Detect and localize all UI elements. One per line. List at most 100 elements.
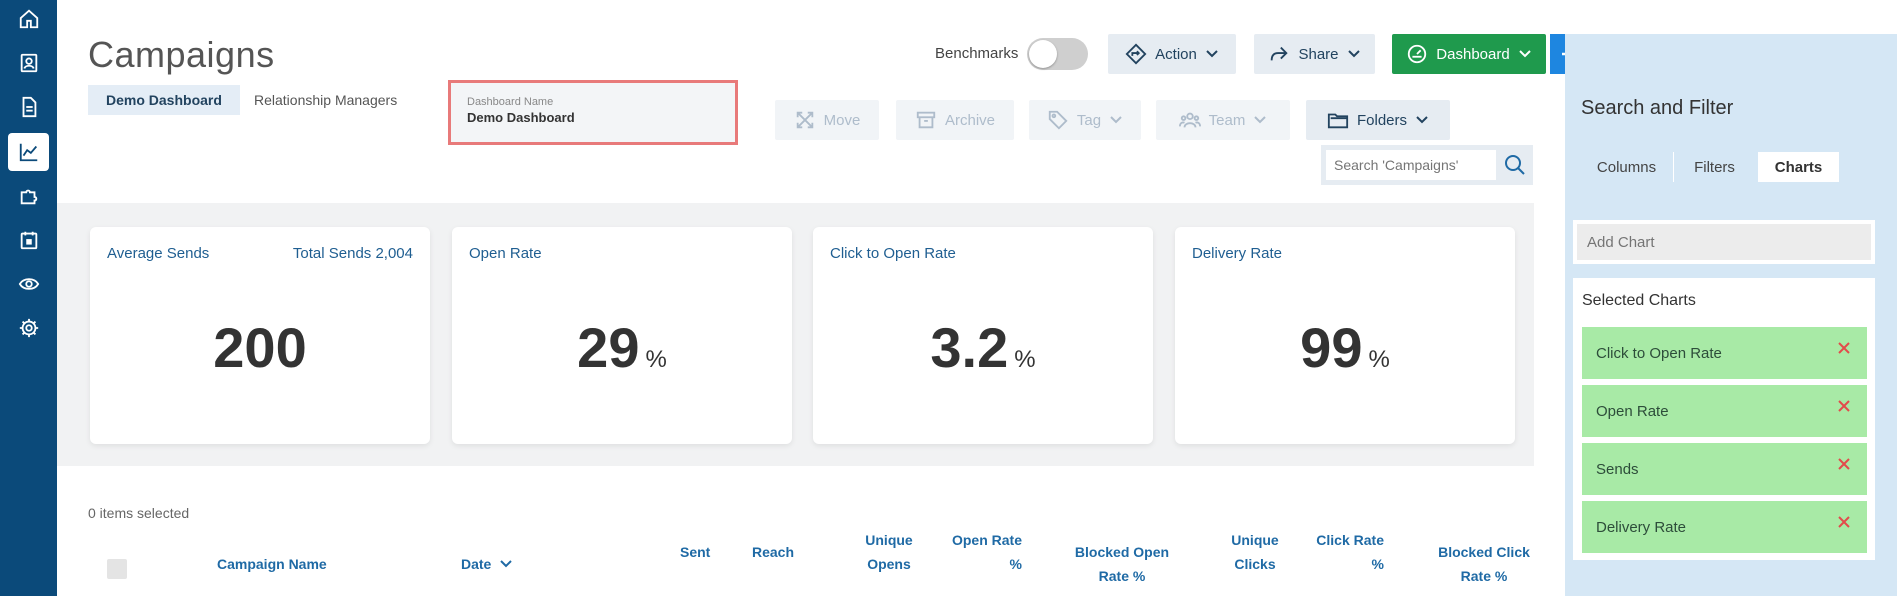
tab-filters[interactable]: Filters (1677, 152, 1752, 182)
card-title: Delivery Rate (1192, 245, 1283, 262)
home-icon[interactable] (8, 0, 49, 38)
search-input[interactable] (1326, 150, 1496, 180)
date-label: Date (461, 556, 492, 572)
tag-label: Tag (1076, 111, 1102, 129)
team-label: Team (1208, 111, 1246, 129)
archive-box-icon (916, 111, 936, 129)
benchmarks-toggle[interactable] (1027, 38, 1088, 70)
archive-label: Archive (944, 111, 996, 129)
move-label: Move (823, 111, 861, 129)
folder-icon (1327, 113, 1349, 129)
search-icon[interactable] (1503, 153, 1527, 177)
tag-icon (1048, 110, 1068, 130)
close-icon[interactable] (1837, 515, 1851, 529)
dashboard-name-value[interactable]: Demo Dashboard (467, 110, 719, 125)
column-header-blocked-open-rate[interactable]: Blocked Open Rate % (1067, 540, 1177, 588)
header-line-1: Click Rate (1316, 532, 1384, 548)
header-line-2: Rate % (1098, 568, 1146, 584)
action-label: Action (1155, 45, 1197, 63)
column-header-campaign-name[interactable]: Campaign Name (217, 552, 327, 576)
selected-charts-title: Selected Charts (1582, 292, 1696, 309)
close-icon[interactable] (1837, 399, 1851, 413)
tag-button[interactable]: Tag (1029, 100, 1141, 140)
archive-button[interactable]: Archive (896, 100, 1014, 140)
chart-item-label: Sends (1596, 460, 1639, 478)
card-unit: % (1014, 346, 1036, 373)
header-line-2: % (1009, 556, 1022, 572)
selected-chart-item[interactable]: Click to Open Rate (1582, 327, 1867, 379)
tab-charts[interactable]: Charts (1758, 152, 1839, 182)
selected-chart-item[interactable]: Open Rate (1582, 385, 1867, 437)
folders-label: Folders (1356, 111, 1408, 129)
share-button[interactable]: Share (1254, 34, 1375, 74)
column-header-date[interactable]: Date (461, 552, 513, 576)
column-header-open-rate[interactable]: Open Rate % (942, 528, 1022, 576)
header-line-1: Unique (865, 532, 913, 548)
stat-card-delivery-rate: Delivery Rate 99% (1175, 227, 1515, 444)
action-button[interactable]: Action (1108, 34, 1236, 74)
header-line-1: Unique (1231, 532, 1279, 548)
dashboard-button[interactable]: Dashboard (1392, 34, 1546, 74)
card-unit: % (645, 346, 667, 373)
eye-icon[interactable] (8, 265, 49, 303)
header-line-2: % (1371, 556, 1384, 572)
move-button[interactable]: Move (775, 100, 879, 140)
chevron-down-icon (1110, 116, 1122, 124)
panel-title: Search and Filter (1581, 97, 1734, 119)
card-title: Click to Open Rate (830, 245, 956, 262)
column-header-blocked-click-rate[interactable]: Blocked Click Rate % (1428, 540, 1540, 588)
tab-columns[interactable]: Columns (1581, 152, 1672, 182)
header-line-1: Blocked Click (1438, 544, 1530, 560)
selected-chart-item[interactable]: Delivery Rate (1582, 501, 1867, 553)
card-value: 200 (213, 316, 307, 379)
tab-demo-dashboard[interactable]: Demo Dashboard (88, 85, 240, 115)
search-box (1321, 145, 1533, 185)
share-arrow-icon (1271, 46, 1289, 61)
puzzle-icon[interactable] (8, 177, 49, 215)
card-value: 99 (1300, 316, 1363, 379)
close-icon[interactable] (1837, 457, 1851, 471)
card-value: 3.2 (930, 316, 1009, 379)
left-nav (0, 0, 57, 596)
card-total-sends: Total Sends 2,004 (292, 245, 413, 262)
selected-charts-box: Selected Charts Click to Open Rate Open … (1573, 278, 1875, 560)
close-icon[interactable] (1837, 341, 1851, 355)
chart-item-label: Click to Open Rate (1596, 344, 1722, 362)
gauge-icon (1408, 44, 1427, 64)
header-line-1: Open Rate (951, 532, 1022, 548)
card-title: Open Rate (469, 245, 542, 262)
header-line-2: Rate % (1460, 568, 1508, 584)
tab-relationship-managers[interactable]: Relationship Managers (236, 85, 415, 115)
card-title: Average Sends (107, 245, 210, 262)
chevron-down-icon (1206, 50, 1218, 58)
chevron-down-icon (1254, 116, 1267, 124)
chevron-down-icon (1518, 50, 1531, 58)
folders-button[interactable]: Folders (1306, 100, 1450, 140)
column-header-unique-opens[interactable]: Unique Opens (851, 528, 927, 576)
selected-chart-item[interactable]: Sends (1582, 443, 1867, 495)
chart-item-label: Delivery Rate (1596, 518, 1687, 536)
contacts-icon[interactable] (8, 44, 49, 82)
page-title: Campaigns (88, 34, 275, 75)
document-icon[interactable] (8, 88, 49, 126)
move-arrows-icon (796, 111, 813, 129)
column-header-reach[interactable]: Reach (752, 540, 794, 564)
dashboard-name-field[interactable]: Dashboard Name Demo Dashboard (448, 80, 738, 145)
column-header-sent[interactable]: Sent (680, 540, 710, 564)
stat-card-average-sends: Average Sends Total Sends 2,004 200 (90, 227, 430, 444)
chevron-down-icon (1416, 116, 1428, 124)
calendar-icon[interactable] (8, 221, 49, 259)
dashboard-name-label: Dashboard Name (467, 96, 554, 108)
add-chart-input[interactable] (1577, 224, 1871, 260)
chart-line-icon[interactable] (8, 133, 49, 171)
gear-icon[interactable] (8, 309, 49, 347)
column-header-unique-clicks[interactable]: Unique Clicks (1220, 528, 1290, 576)
dashboard-label: Dashboard (1436, 45, 1510, 63)
header-line-2: Opens (867, 556, 911, 572)
column-header-click-rate[interactable]: Click Rate % (1300, 528, 1384, 576)
chevron-down-icon (1347, 50, 1360, 58)
tab-divider (1673, 152, 1674, 182)
team-button[interactable]: Team (1156, 100, 1290, 140)
select-all-checkbox[interactable] (107, 559, 127, 579)
header-line-1: Blocked Open (1074, 544, 1170, 560)
